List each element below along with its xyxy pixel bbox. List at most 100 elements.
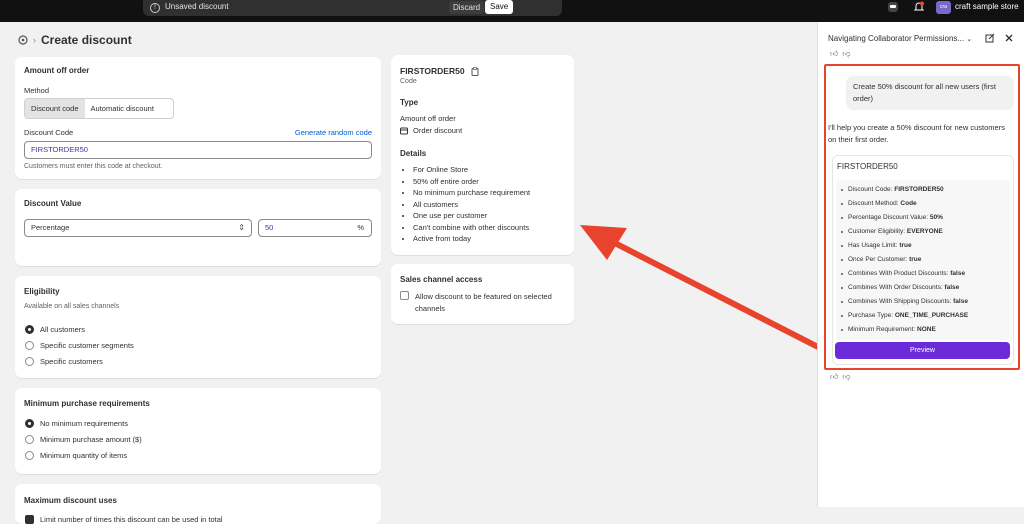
method-automatic-discount[interactable]: Automatic discount (85, 99, 160, 118)
checkbox-label: Limit number of times this discount can … (40, 515, 223, 524)
limit-total-uses-checkbox[interactable]: Limit number of times this discount can … (25, 515, 223, 524)
radio-label: No minimum requirements (40, 419, 128, 428)
detail-item: Active from today (413, 233, 530, 245)
card-title: Sales channel access (400, 275, 483, 284)
user-message: Create 50% discount for all new users (f… (846, 76, 1014, 110)
chevron-down-icon: ⌄ (966, 36, 973, 43)
code-help-text: Customers must enter this code at checko… (24, 163, 163, 170)
radio-dot (25, 325, 34, 334)
summary-code-row: FIRSTORDER50 (400, 66, 479, 76)
thumbs-down-icon[interactable]: 👎︎ (842, 49, 850, 59)
radio-min-quantity[interactable]: Minimum quantity of items (25, 451, 127, 460)
top-bar: ! Unsaved discount Discard Save cra craf… (0, 0, 1024, 22)
field-row: Combines With Shipping Discounts: false (836, 295, 1010, 309)
field-row: Discount Method: Code (836, 197, 1010, 211)
checkbox (25, 515, 34, 524)
summary-code: FIRSTORDER50 (400, 66, 465, 76)
discount-amount-input[interactable]: 50 % (258, 219, 372, 237)
radio-dot (25, 435, 34, 444)
discount-type-value: Percentage (31, 223, 70, 232)
order-icon (400, 127, 408, 134)
sales-channel-card: Sales channel access Allow discount to b… (391, 264, 574, 324)
radio-specific-customers[interactable]: Specific customers (25, 357, 103, 366)
detail-item: No minimum purchase requirement (413, 187, 530, 199)
field-row: Discount Code: FIRSTORDER50 (836, 183, 1010, 197)
percent-suffix: % (357, 223, 364, 232)
chevron-right-icon: › (33, 35, 36, 45)
details-title: Details (400, 149, 427, 158)
summary-code-sub: Code (400, 78, 417, 85)
field-row: Purchase Type: ONE_TIME_PURCHASE (836, 309, 1010, 323)
method-discount-code[interactable]: Discount code (25, 99, 85, 118)
discount-icon[interactable] (18, 35, 28, 45)
assistant-panel: Navigating Collaborator Permissions... ⌄… (817, 22, 1024, 507)
type-detail-row: Order discount (400, 126, 462, 135)
thumbs-up-icon[interactable]: 👍︎ (830, 49, 838, 59)
field-row: Percentage Discount Value: 50% (836, 211, 1010, 225)
radio-dot (25, 419, 34, 428)
amount-off-order-card: Amount off order Method Discount code Au… (15, 57, 381, 179)
edit-icon[interactable] (985, 33, 995, 43)
copy-icon[interactable] (471, 66, 479, 76)
field-row: Has Usage Limit: true (836, 239, 1010, 253)
discount-type-select[interactable]: Percentage ⇕ (24, 219, 252, 237)
type-value: Amount off order (400, 114, 456, 123)
discount-code-input[interactable]: FIRSTORDER50 (24, 141, 372, 159)
discard-button[interactable]: Discard (449, 1, 485, 14)
card-title: Minimum purchase requirements (24, 399, 150, 408)
radio-specific-segments[interactable]: Specific customer segments (25, 341, 134, 350)
radio-all-customers[interactable]: All customers (25, 325, 85, 334)
store-avatar[interactable]: cra (936, 1, 951, 14)
discount-value-card: Discount Value Percentage ⇕ 50 % (15, 189, 381, 266)
sales-channel-label: Allow discount to be featured on selecte… (415, 292, 552, 313)
alert-icon: ! (150, 3, 160, 13)
radio-label: Specific customers (40, 357, 103, 366)
thumbs-up-icon[interactable]: 👍︎ (830, 372, 838, 382)
method-label: Method (24, 86, 50, 95)
radio-label: Minimum purchase amount ($) (40, 435, 142, 444)
discount-code-label: Discount Code (24, 128, 74, 137)
feedback-row-top: 👍︎ 👎︎ (830, 49, 851, 59)
method-segmented-control: Discount code Automatic discount (24, 98, 174, 119)
radio-label: All customers (40, 325, 86, 334)
thumbs-down-icon[interactable]: 👎︎ (842, 372, 850, 382)
sales-channel-checkbox[interactable] (400, 291, 409, 300)
discount-amount-value: 50 (265, 223, 274, 232)
radio-label: Minimum quantity of items (40, 451, 128, 460)
select-arrows-icon: ⇕ (238, 223, 245, 232)
summary-card: FIRSTORDER50 Code Type Amount off order … (391, 55, 574, 255)
panel-title[interactable]: Navigating Collaborator Permissions... ⌄ (828, 34, 972, 43)
details-list: For Online Store 50% off entire order No… (403, 164, 530, 245)
detail-item: 50% off entire order (413, 176, 530, 188)
unsaved-label: Unsaved discount (165, 2, 229, 11)
minimum-purchase-card: Minimum purchase requirements No minimum… (15, 388, 381, 474)
field-row: Minimum Requirement: NONE (836, 323, 1010, 337)
preview-button[interactable]: Preview (835, 342, 1010, 359)
discount-card-title: FIRSTORDER50 (837, 162, 898, 171)
save-button[interactable]: Save (485, 0, 514, 14)
radio-dot (25, 451, 34, 460)
assistant-icon[interactable] (887, 1, 899, 13)
card-title: Discount Value (24, 199, 82, 208)
radio-label: Specific customer segments (40, 341, 134, 350)
detail-item: One use per customer (413, 210, 530, 222)
bell-icon[interactable] (913, 1, 925, 13)
page-title: Create discount (41, 33, 132, 47)
detail-item: For Online Store (413, 164, 530, 176)
maximum-uses-card: Maximum discount uses Limit number of ti… (15, 484, 381, 524)
radio-no-minimum[interactable]: No minimum requirements (25, 419, 128, 428)
breadcrumb: › Create discount (18, 33, 132, 47)
annotation-arrow (580, 225, 822, 351)
card-title: Eligibility (24, 287, 60, 296)
detail-item: Can't combine with other discounts (413, 222, 530, 234)
card-title: Amount off order (24, 66, 90, 75)
discount-preview-card: FIRSTORDER50 Discount Code: FIRSTORDER50… (832, 155, 1014, 365)
close-icon[interactable] (1004, 33, 1014, 43)
radio-min-amount[interactable]: Minimum purchase amount ($) (25, 435, 142, 444)
field-row: Combines With Order Discounts: false (836, 281, 1010, 295)
store-name[interactable]: craft sample store (955, 2, 1019, 11)
field-row: Combines With Product Discounts: false (836, 267, 1010, 281)
generate-code-link[interactable]: Generate random code (295, 128, 372, 137)
eligibility-subtitle: Available on all sales channels (24, 303, 120, 310)
assistant-reply: I'll help you create a 50% discount for … (828, 123, 1005, 144)
